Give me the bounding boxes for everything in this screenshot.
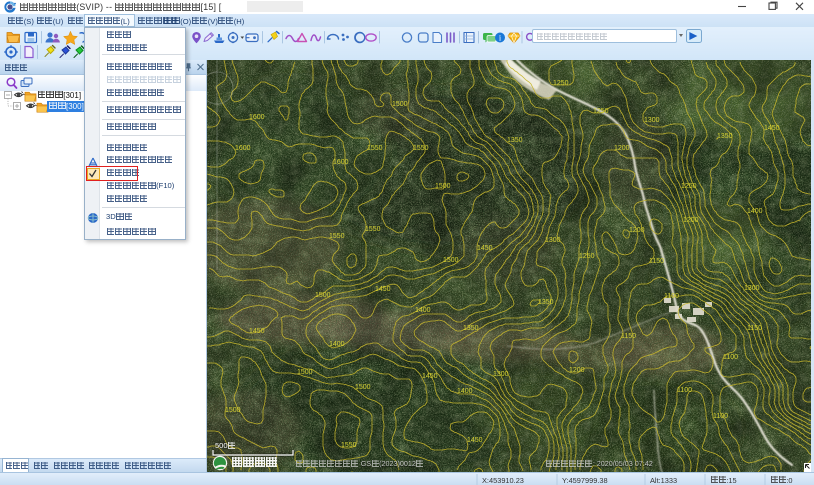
svg-text:1150: 1150 <box>649 258 664 265</box>
svg-text:1500: 1500 <box>225 407 241 414</box>
svg-text:1400: 1400 <box>329 341 345 348</box>
svg-text:1550: 1550 <box>329 233 345 240</box>
svg-text:1250: 1250 <box>553 80 569 87</box>
svg-text:1500: 1500 <box>355 384 371 391</box>
svg-text:1250: 1250 <box>681 183 697 190</box>
svg-text:1550: 1550 <box>413 145 429 152</box>
svg-text:1500: 1500 <box>435 183 451 190</box>
svg-text:1150: 1150 <box>621 333 636 340</box>
svg-text:1350: 1350 <box>717 133 733 140</box>
svg-text:1350: 1350 <box>538 299 554 306</box>
svg-text:1150: 1150 <box>747 325 762 332</box>
svg-text:1600: 1600 <box>235 145 251 152</box>
svg-text:1300: 1300 <box>644 117 660 124</box>
svg-text:1500: 1500 <box>315 292 331 299</box>
svg-text:1450: 1450 <box>375 286 391 293</box>
svg-text:1250: 1250 <box>579 253 595 260</box>
svg-text:1400: 1400 <box>415 307 431 314</box>
svg-text:1450: 1450 <box>422 373 438 380</box>
svg-text:1300: 1300 <box>744 285 760 292</box>
svg-text:1450: 1450 <box>477 245 493 252</box>
svg-text:1250: 1250 <box>593 108 609 115</box>
svg-text:1100: 1100 <box>677 387 692 394</box>
svg-text:1200: 1200 <box>569 367 585 374</box>
svg-text:1450: 1450 <box>249 328 265 335</box>
svg-text:1200: 1200 <box>629 227 645 234</box>
svg-text:1500: 1500 <box>392 101 408 108</box>
svg-text:1350: 1350 <box>507 137 523 144</box>
svg-text:1500: 1500 <box>443 257 459 264</box>
svg-text:1350: 1350 <box>463 325 479 332</box>
svg-text:1200: 1200 <box>683 217 699 224</box>
svg-text:1300: 1300 <box>493 371 509 378</box>
svg-text:1600: 1600 <box>333 159 349 166</box>
svg-text:1500: 1500 <box>297 369 313 376</box>
svg-text:1550: 1550 <box>341 442 357 449</box>
svg-text:1100: 1100 <box>723 354 738 361</box>
svg-text:1450: 1450 <box>467 437 483 444</box>
svg-text:1550: 1550 <box>367 145 383 152</box>
svg-text:1550: 1550 <box>365 226 381 233</box>
svg-text:1100: 1100 <box>664 293 679 300</box>
svg-text:1600: 1600 <box>249 114 265 121</box>
svg-text:1400: 1400 <box>457 388 473 395</box>
svg-text:1450: 1450 <box>764 125 780 132</box>
svg-text:1400: 1400 <box>747 208 763 215</box>
svg-text:1100: 1100 <box>713 413 728 420</box>
svg-text:1300: 1300 <box>545 237 561 244</box>
svg-text:1200: 1200 <box>614 145 630 152</box>
